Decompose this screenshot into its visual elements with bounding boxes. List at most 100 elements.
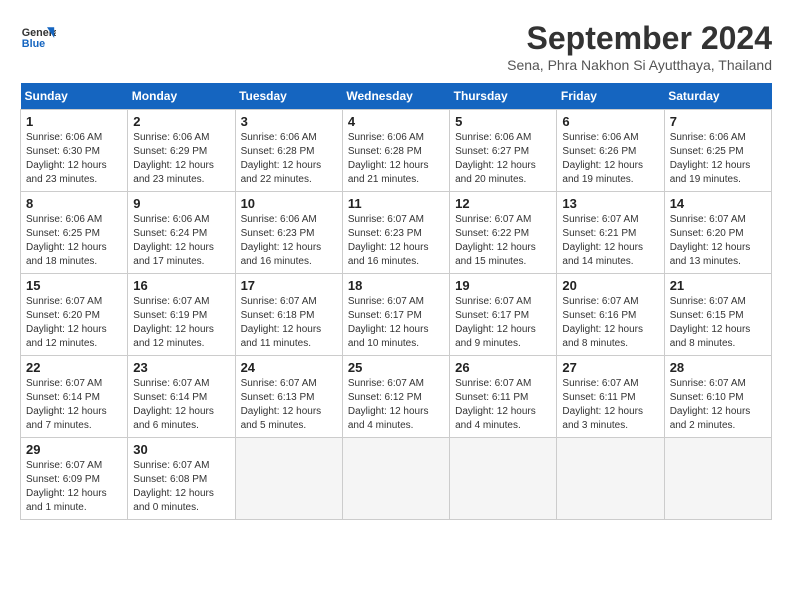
day-info: Sunrise: 6:07 AM Sunset: 6:15 PM Dayligh… xyxy=(670,295,766,351)
col-header-friday: Friday xyxy=(557,83,664,110)
col-header-monday: Monday xyxy=(128,83,235,110)
calendar-cell: 28 Sunrise: 6:07 AM Sunset: 6:10 PM Dayl… xyxy=(664,356,771,438)
day-number: 4 xyxy=(348,114,444,129)
calendar-cell xyxy=(557,438,664,520)
col-header-thursday: Thursday xyxy=(450,83,557,110)
day-info: Sunrise: 6:07 AM Sunset: 6:14 PM Dayligh… xyxy=(26,377,122,433)
day-info: Sunrise: 6:07 AM Sunset: 6:19 PM Dayligh… xyxy=(133,295,229,351)
day-number: 29 xyxy=(26,442,122,457)
day-info: Sunrise: 6:07 AM Sunset: 6:14 PM Dayligh… xyxy=(133,377,229,433)
day-number: 12 xyxy=(455,196,551,211)
day-info: Sunrise: 6:07 AM Sunset: 6:20 PM Dayligh… xyxy=(26,295,122,351)
calendar-cell: 21 Sunrise: 6:07 AM Sunset: 6:15 PM Dayl… xyxy=(664,274,771,356)
calendar-cell: 12 Sunrise: 6:07 AM Sunset: 6:22 PM Dayl… xyxy=(450,192,557,274)
day-info: Sunrise: 6:07 AM Sunset: 6:18 PM Dayligh… xyxy=(241,295,337,351)
day-info: Sunrise: 6:07 AM Sunset: 6:11 PM Dayligh… xyxy=(455,377,551,433)
calendar-cell: 25 Sunrise: 6:07 AM Sunset: 6:12 PM Dayl… xyxy=(342,356,449,438)
month-title: September 2024 xyxy=(507,20,772,57)
day-info: Sunrise: 6:07 AM Sunset: 6:12 PM Dayligh… xyxy=(348,377,444,433)
calendar-cell: 14 Sunrise: 6:07 AM Sunset: 6:20 PM Dayl… xyxy=(664,192,771,274)
day-number: 1 xyxy=(26,114,122,129)
calendar-cell: 9 Sunrise: 6:06 AM Sunset: 6:24 PM Dayli… xyxy=(128,192,235,274)
day-number: 27 xyxy=(562,360,658,375)
calendar-cell xyxy=(664,438,771,520)
svg-text:Blue: Blue xyxy=(22,38,45,50)
day-number: 8 xyxy=(26,196,122,211)
day-info: Sunrise: 6:07 AM Sunset: 6:16 PM Dayligh… xyxy=(562,295,658,351)
day-number: 19 xyxy=(455,278,551,293)
title-area: September 2024 Sena, Phra Nakhon Si Ayut… xyxy=(507,20,772,73)
week-row-3: 15 Sunrise: 6:07 AM Sunset: 6:20 PM Dayl… xyxy=(21,274,772,356)
calendar-cell: 8 Sunrise: 6:06 AM Sunset: 6:25 PM Dayli… xyxy=(21,192,128,274)
col-header-tuesday: Tuesday xyxy=(235,83,342,110)
day-info: Sunrise: 6:06 AM Sunset: 6:26 PM Dayligh… xyxy=(562,131,658,187)
day-info: Sunrise: 6:06 AM Sunset: 6:28 PM Dayligh… xyxy=(241,131,337,187)
day-info: Sunrise: 6:07 AM Sunset: 6:09 PM Dayligh… xyxy=(26,459,122,515)
calendar-cell xyxy=(450,438,557,520)
col-header-saturday: Saturday xyxy=(664,83,771,110)
day-info: Sunrise: 6:07 AM Sunset: 6:17 PM Dayligh… xyxy=(455,295,551,351)
day-number: 7 xyxy=(670,114,766,129)
calendar-cell: 4 Sunrise: 6:06 AM Sunset: 6:28 PM Dayli… xyxy=(342,110,449,192)
calendar-cell: 13 Sunrise: 6:07 AM Sunset: 6:21 PM Dayl… xyxy=(557,192,664,274)
day-info: Sunrise: 6:06 AM Sunset: 6:23 PM Dayligh… xyxy=(241,213,337,269)
day-number: 28 xyxy=(670,360,766,375)
calendar-cell: 18 Sunrise: 6:07 AM Sunset: 6:17 PM Dayl… xyxy=(342,274,449,356)
day-info: Sunrise: 6:06 AM Sunset: 6:24 PM Dayligh… xyxy=(133,213,229,269)
day-number: 30 xyxy=(133,442,229,457)
calendar-cell: 3 Sunrise: 6:06 AM Sunset: 6:28 PM Dayli… xyxy=(235,110,342,192)
day-number: 9 xyxy=(133,196,229,211)
day-info: Sunrise: 6:07 AM Sunset: 6:10 PM Dayligh… xyxy=(670,377,766,433)
day-number: 18 xyxy=(348,278,444,293)
day-info: Sunrise: 6:06 AM Sunset: 6:29 PM Dayligh… xyxy=(133,131,229,187)
calendar-cell: 17 Sunrise: 6:07 AM Sunset: 6:18 PM Dayl… xyxy=(235,274,342,356)
col-header-wednesday: Wednesday xyxy=(342,83,449,110)
calendar-cell: 7 Sunrise: 6:06 AM Sunset: 6:25 PM Dayli… xyxy=(664,110,771,192)
calendar-table: SundayMondayTuesdayWednesdayThursdayFrid… xyxy=(20,83,772,520)
day-info: Sunrise: 6:07 AM Sunset: 6:17 PM Dayligh… xyxy=(348,295,444,351)
calendar-cell: 11 Sunrise: 6:07 AM Sunset: 6:23 PM Dayl… xyxy=(342,192,449,274)
day-number: 26 xyxy=(455,360,551,375)
day-number: 2 xyxy=(133,114,229,129)
day-number: 22 xyxy=(26,360,122,375)
day-number: 20 xyxy=(562,278,658,293)
calendar-cell xyxy=(342,438,449,520)
day-info: Sunrise: 6:06 AM Sunset: 6:27 PM Dayligh… xyxy=(455,131,551,187)
calendar-cell: 15 Sunrise: 6:07 AM Sunset: 6:20 PM Dayl… xyxy=(21,274,128,356)
week-row-5: 29 Sunrise: 6:07 AM Sunset: 6:09 PM Dayl… xyxy=(21,438,772,520)
location-title: Sena, Phra Nakhon Si Ayutthaya, Thailand xyxy=(507,57,772,73)
day-number: 23 xyxy=(133,360,229,375)
day-info: Sunrise: 6:06 AM Sunset: 6:25 PM Dayligh… xyxy=(670,131,766,187)
calendar-cell: 26 Sunrise: 6:07 AM Sunset: 6:11 PM Dayl… xyxy=(450,356,557,438)
day-number: 16 xyxy=(133,278,229,293)
day-number: 5 xyxy=(455,114,551,129)
day-info: Sunrise: 6:07 AM Sunset: 6:23 PM Dayligh… xyxy=(348,213,444,269)
day-number: 15 xyxy=(26,278,122,293)
day-info: Sunrise: 6:07 AM Sunset: 6:13 PM Dayligh… xyxy=(241,377,337,433)
day-number: 25 xyxy=(348,360,444,375)
logo: General Blue xyxy=(20,20,56,56)
day-info: Sunrise: 6:07 AM Sunset: 6:22 PM Dayligh… xyxy=(455,213,551,269)
week-row-4: 22 Sunrise: 6:07 AM Sunset: 6:14 PM Dayl… xyxy=(21,356,772,438)
day-number: 3 xyxy=(241,114,337,129)
calendar-cell: 20 Sunrise: 6:07 AM Sunset: 6:16 PM Dayl… xyxy=(557,274,664,356)
day-number: 10 xyxy=(241,196,337,211)
day-number: 21 xyxy=(670,278,766,293)
day-number: 17 xyxy=(241,278,337,293)
day-info: Sunrise: 6:06 AM Sunset: 6:28 PM Dayligh… xyxy=(348,131,444,187)
day-info: Sunrise: 6:07 AM Sunset: 6:20 PM Dayligh… xyxy=(670,213,766,269)
week-row-2: 8 Sunrise: 6:06 AM Sunset: 6:25 PM Dayli… xyxy=(21,192,772,274)
day-number: 14 xyxy=(670,196,766,211)
day-number: 13 xyxy=(562,196,658,211)
calendar-cell: 16 Sunrise: 6:07 AM Sunset: 6:19 PM Dayl… xyxy=(128,274,235,356)
day-number: 11 xyxy=(348,196,444,211)
day-info: Sunrise: 6:06 AM Sunset: 6:30 PM Dayligh… xyxy=(26,131,122,187)
calendar-cell: 22 Sunrise: 6:07 AM Sunset: 6:14 PM Dayl… xyxy=(21,356,128,438)
day-number: 24 xyxy=(241,360,337,375)
day-info: Sunrise: 6:07 AM Sunset: 6:08 PM Dayligh… xyxy=(133,459,229,515)
calendar-cell: 5 Sunrise: 6:06 AM Sunset: 6:27 PM Dayli… xyxy=(450,110,557,192)
calendar-cell: 23 Sunrise: 6:07 AM Sunset: 6:14 PM Dayl… xyxy=(128,356,235,438)
col-header-sunday: Sunday xyxy=(21,83,128,110)
calendar-cell: 6 Sunrise: 6:06 AM Sunset: 6:26 PM Dayli… xyxy=(557,110,664,192)
day-info: Sunrise: 6:07 AM Sunset: 6:11 PM Dayligh… xyxy=(562,377,658,433)
